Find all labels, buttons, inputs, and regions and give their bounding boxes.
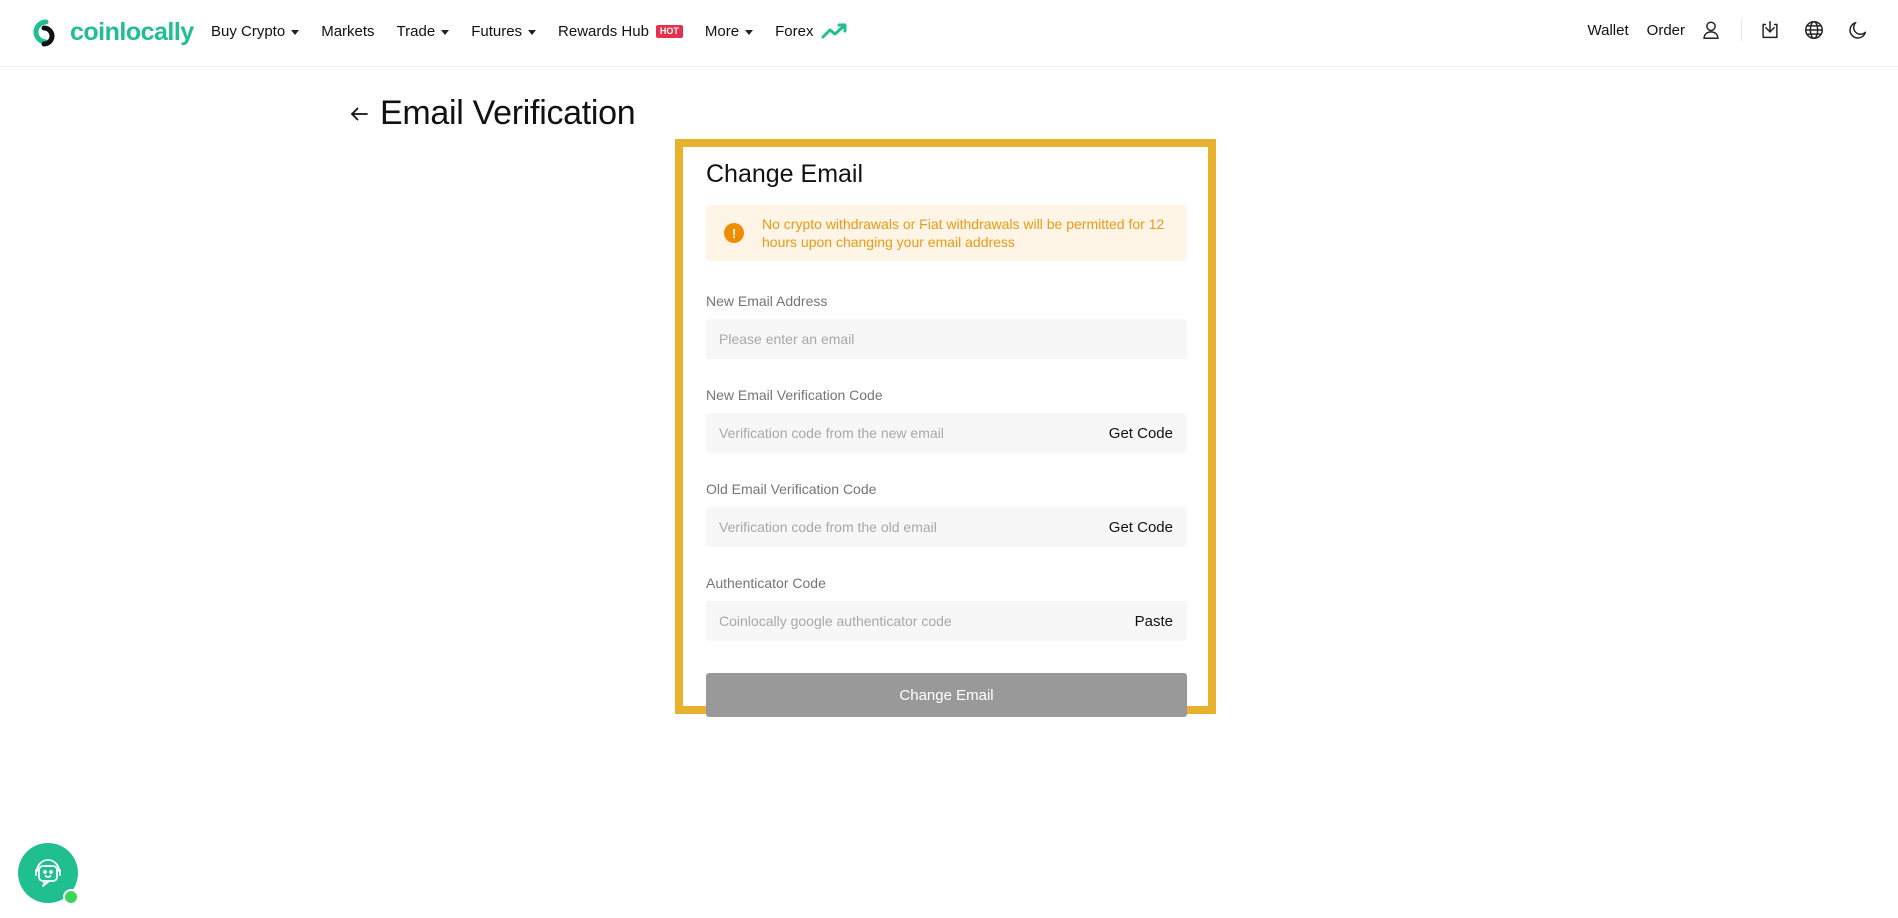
- coinlocally-logo-icon: [33, 19, 55, 47]
- nav-rewards-hub-label: Rewards Hub: [558, 22, 649, 40]
- hot-badge: HOT: [655, 24, 683, 38]
- caret-down-icon: [528, 29, 537, 35]
- nav-markets-label: Markets: [321, 22, 375, 40]
- support-chat-button[interactable]: [18, 843, 79, 905]
- new-email-field: [706, 319, 1187, 359]
- order-link[interactable]: Order: [1647, 22, 1685, 39]
- new-email-code-field: Get Code: [706, 413, 1187, 453]
- globe-icon[interactable]: [1802, 18, 1826, 42]
- notice-text: No crypto withdrawals or Fiat withdrawal…: [762, 216, 1165, 250]
- old-email-code-label: Old Email Verification Code: [706, 481, 877, 497]
- authenticator-code-input[interactable]: [706, 601, 1187, 641]
- nav-rewards-hub[interactable]: Rewards Hub HOT: [558, 23, 683, 40]
- page-header: Email Verification: [348, 94, 636, 133]
- caret-down-icon: [745, 29, 754, 35]
- get-code-old-button[interactable]: Get Code: [1109, 507, 1173, 547]
- change-email-button[interactable]: Change Email: [706, 673, 1187, 717]
- nav-trade-label: Trade: [396, 22, 436, 40]
- get-code-new-button[interactable]: Get Code: [1109, 413, 1173, 453]
- nav-futures-label: Futures: [471, 22, 523, 40]
- nav-trade[interactable]: Trade: [397, 23, 450, 40]
- new-email-code-label: New Email Verification Code: [706, 387, 883, 403]
- new-email-input[interactable]: [706, 319, 1187, 359]
- nav-buy-crypto[interactable]: Buy Crypto: [211, 22, 300, 40]
- wallet-link[interactable]: Wallet: [1588, 22, 1629, 39]
- form-title: Change Email: [706, 160, 864, 188]
- nav-futures[interactable]: Futures: [471, 22, 537, 40]
- old-email-code-field: Get Code: [706, 507, 1187, 547]
- authenticator-code-field: Paste: [706, 601, 1187, 641]
- warning-icon: !: [724, 223, 744, 243]
- caret-down-icon: [291, 29, 300, 35]
- nav-forex[interactable]: Forex: [775, 22, 849, 40]
- download-icon[interactable]: [1758, 18, 1782, 42]
- arrow-left-icon[interactable]: [348, 103, 370, 125]
- header-actions: Wallet Order: [1588, 18, 1870, 42]
- support-chat-icon: [35, 859, 61, 887]
- brand-name: coinlocally: [70, 17, 194, 46]
- nav-more[interactable]: More: [704, 22, 754, 40]
- page-title: Email Verification: [380, 94, 636, 132]
- nav-more-label: More: [704, 22, 740, 40]
- withdrawal-notice: ! No crypto withdrawals or Fiat withdraw…: [706, 205, 1187, 261]
- online-status-dot: [63, 889, 79, 905]
- main-nav: Buy Crypto Markets Trade Futures Rewards…: [211, 22, 871, 40]
- caret-down-icon: [441, 29, 450, 35]
- coinlocally-logo[interactable]: coinlocally: [28, 16, 194, 48]
- user-icon[interactable]: [1699, 18, 1723, 42]
- trend-up-icon: [821, 23, 847, 39]
- authenticator-code-label: Authenticator Code: [706, 575, 826, 591]
- change-email-form: Change Email ! No crypto withdrawals or …: [706, 160, 1187, 717]
- top-navigation-bar: coinlocally Buy Crypto Markets Trade Fut…: [0, 0, 1898, 67]
- nav-markets[interactable]: Markets: [321, 23, 374, 40]
- moon-icon[interactable]: [1846, 18, 1870, 42]
- header-divider: [1741, 19, 1742, 41]
- paste-button[interactable]: Paste: [1135, 601, 1173, 641]
- nav-buy-crypto-label: Buy Crypto: [211, 22, 286, 40]
- new-email-label: New Email Address: [706, 293, 828, 309]
- nav-forex-label: Forex: [775, 22, 814, 40]
